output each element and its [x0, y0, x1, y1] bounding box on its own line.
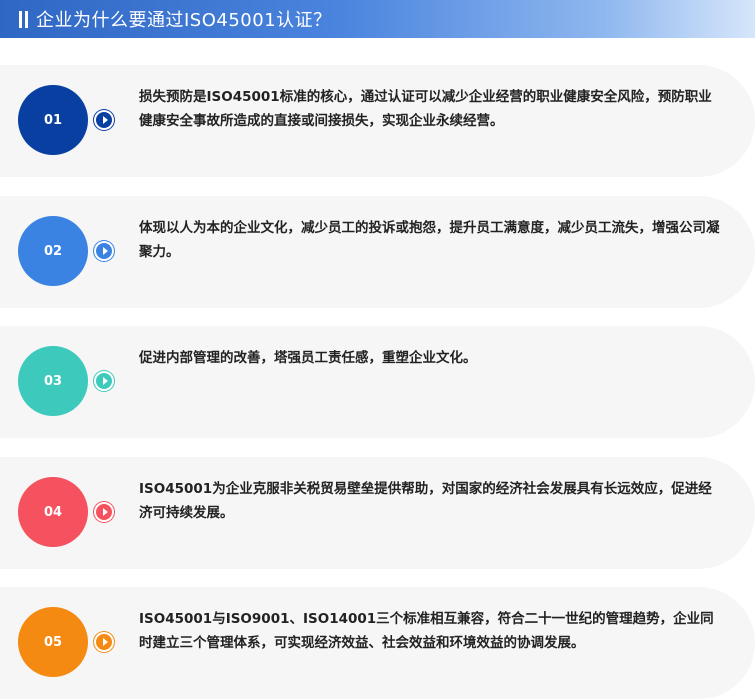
- list-item: 04 ISO45001为企业克服非关税贸易壁垒提供帮助，对国家的经济社会发展具有…: [0, 457, 755, 569]
- number-badge: 04: [18, 477, 88, 547]
- list-item: 02 体现以人为本的企业文化，减少员工的投诉或抱怨，提升员工满意度，减少员工流失…: [0, 196, 755, 308]
- number-badge: 05: [18, 607, 88, 677]
- item-text: ISO45001与ISO9001、ISO14001三个标准相互兼容，符合二十一世…: [139, 611, 714, 651]
- item-text: ISO45001为企业克服非关税贸易壁垒提供帮助，对国家的经济社会发展具有长远效…: [139, 481, 712, 521]
- play-arrow-icon: [96, 634, 112, 650]
- list-item: 03 促进内部管理的改善，塔强员工责任感，重塑企业文化。: [0, 326, 755, 438]
- page-title: 企业为什么要通过ISO45001认证？: [36, 10, 332, 31]
- play-arrow-icon: [96, 373, 112, 389]
- number-badge: 01: [18, 85, 88, 155]
- page-header: 企业为什么要通过ISO45001认证？: [0, 0, 755, 38]
- list-item: 05 ISO45001与ISO9001、ISO14001三个标准相互兼容，符合二…: [0, 587, 755, 699]
- item-text: 损失预防是ISO45001标准的核心，通过认证可以减少企业经营的职业健康安全风险…: [139, 89, 712, 129]
- header-bars-icon: [19, 10, 28, 28]
- play-arrow-icon: [96, 243, 112, 259]
- item-text: 促进内部管理的改善，塔强员工责任感，重塑企业文化。: [139, 350, 477, 366]
- item-text: 体现以人为本的企业文化，减少员工的投诉或抱怨，提升员工满意度，减少员工流失，增强…: [139, 220, 720, 260]
- play-arrow-icon: [96, 504, 112, 520]
- number-badge: 03: [18, 346, 88, 416]
- play-arrow-icon: [96, 112, 112, 128]
- list-item: 01 损失预防是ISO45001标准的核心，通过认证可以减少企业经营的职业健康安…: [0, 65, 755, 177]
- number-badge: 02: [18, 216, 88, 286]
